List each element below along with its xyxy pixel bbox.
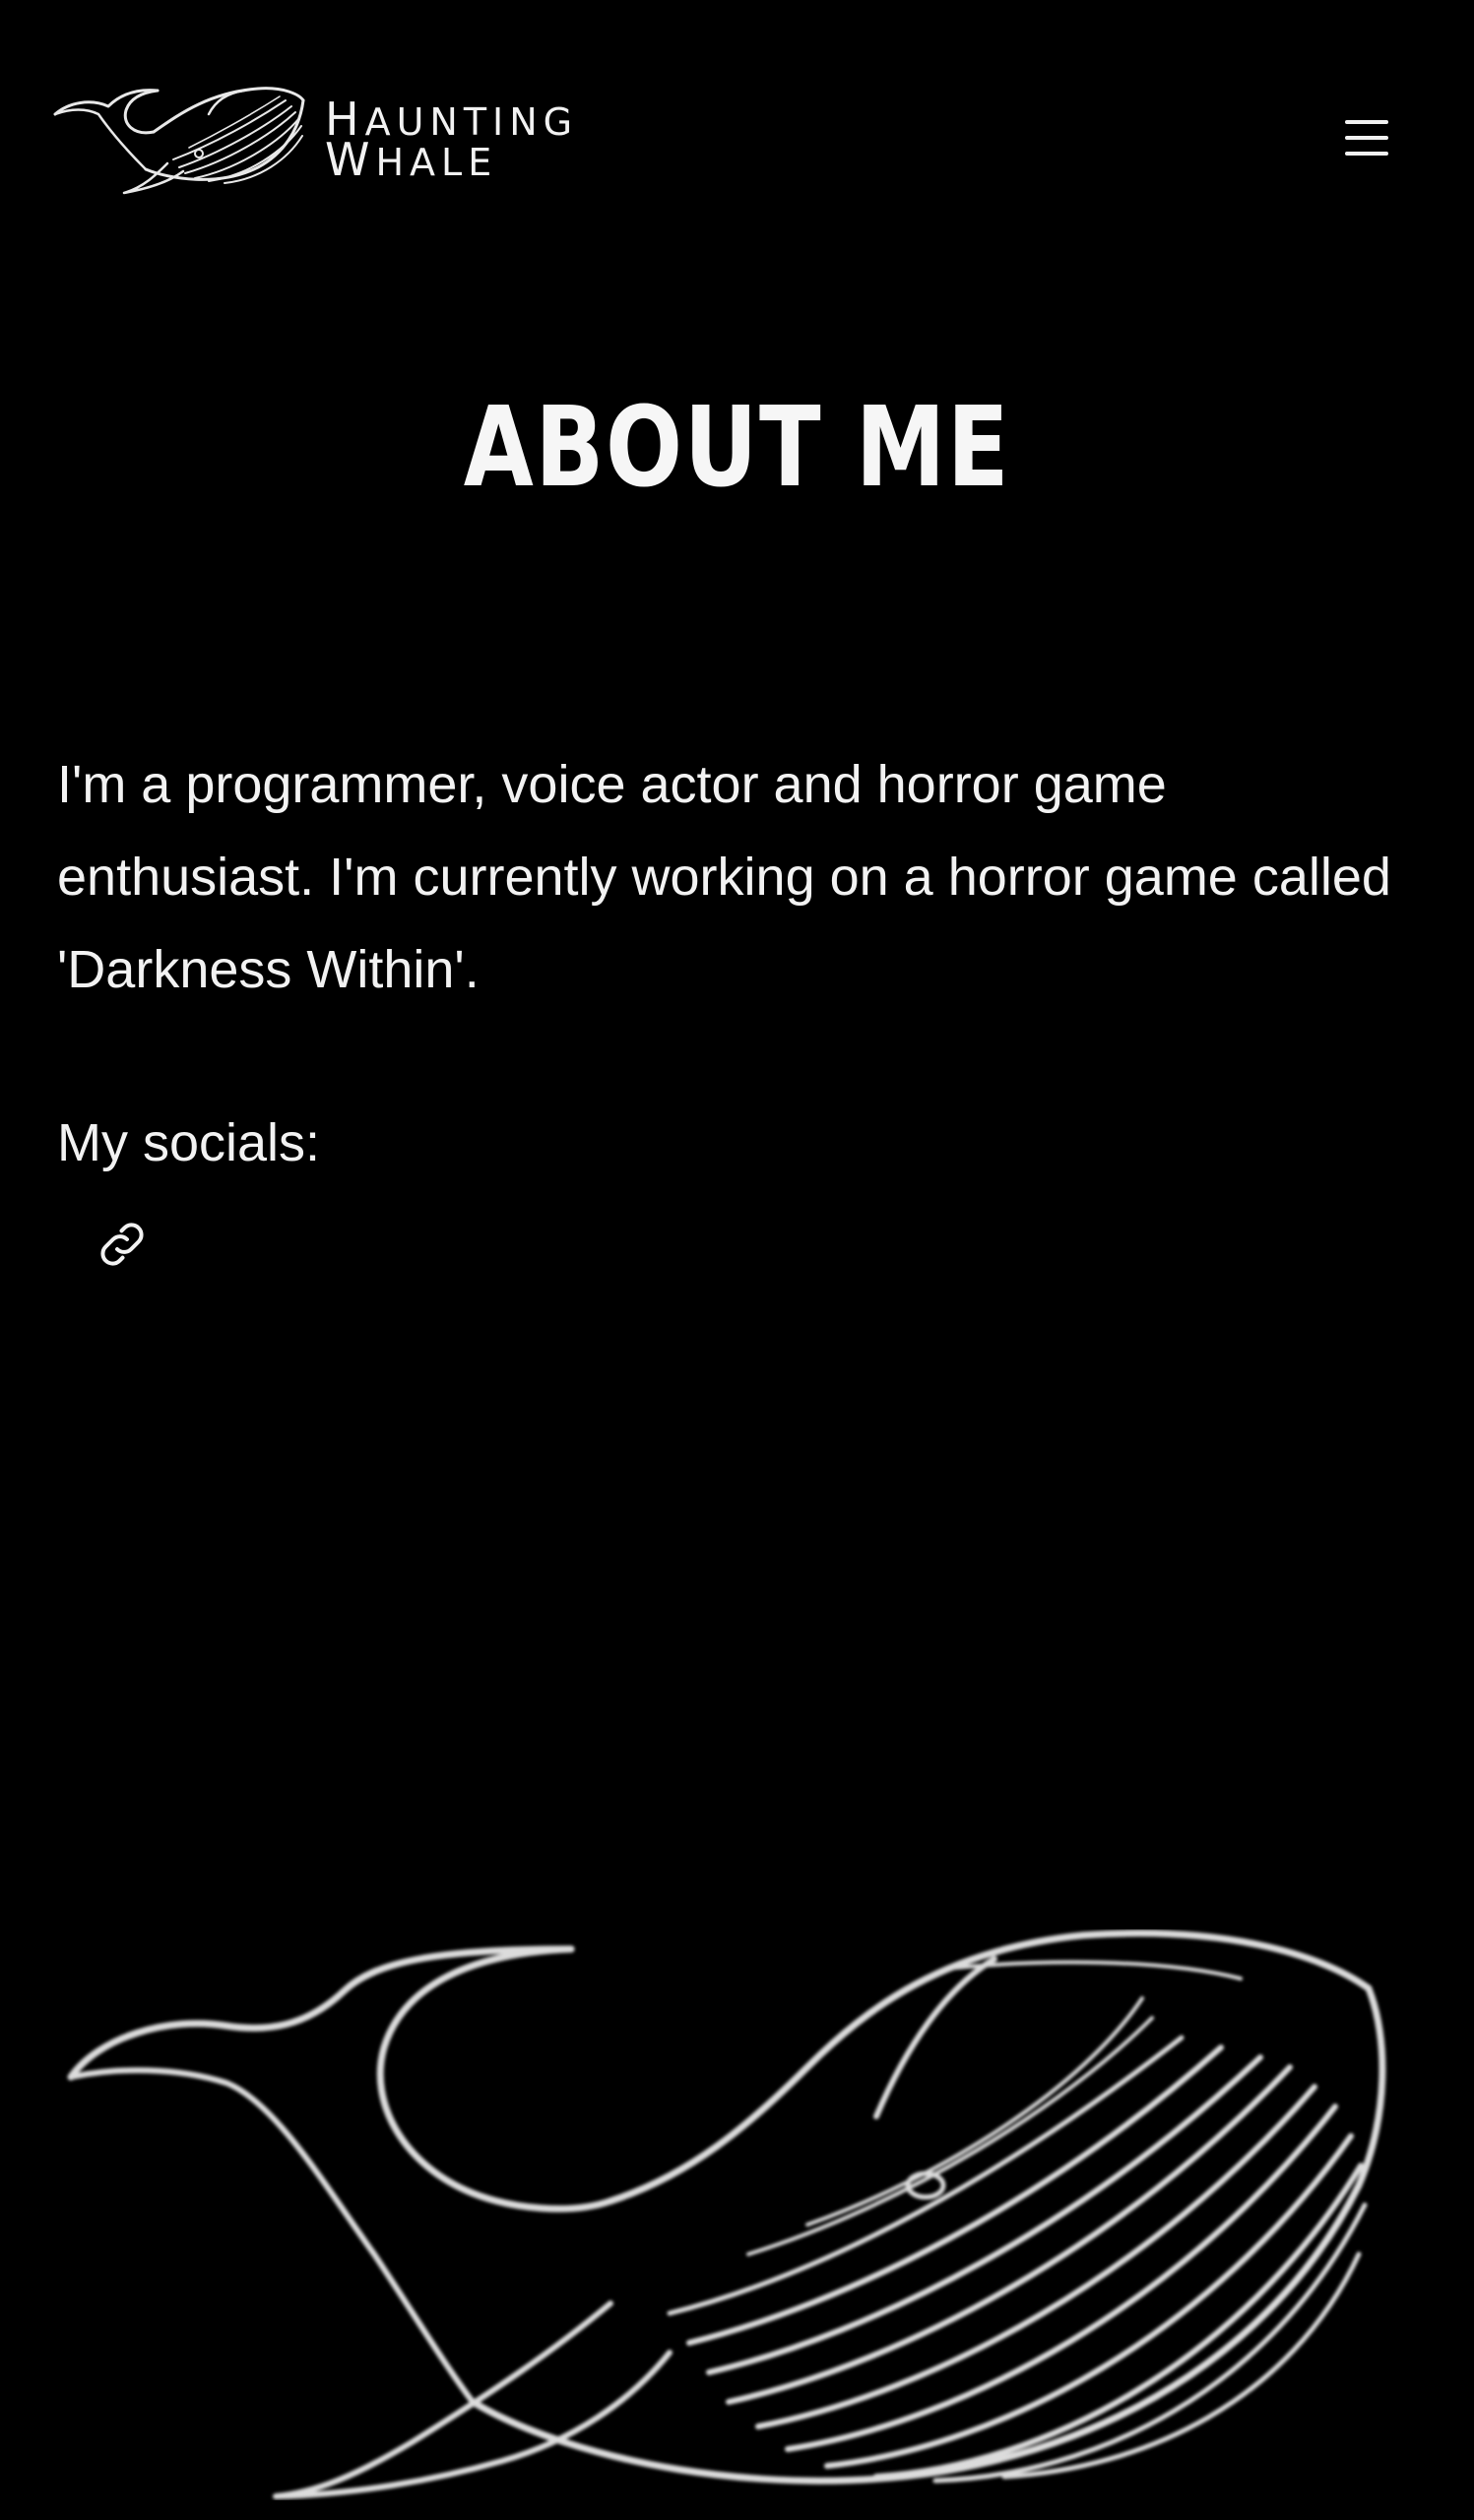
brand-name-line2: Whale: [325, 133, 498, 186]
bio-text: I'm a programmer, voice actor and horror…: [57, 755, 1391, 999]
menu-bar-bottom: [1345, 152, 1388, 156]
home-logo-link[interactable]: Haunting Whale: [51, 85, 578, 197]
social-link[interactable]: [93, 1215, 152, 1274]
whale-logo-icon: [53, 87, 305, 195]
menu-button[interactable]: [1337, 110, 1396, 165]
menu-bar-middle: [1345, 136, 1388, 140]
brand-name: Haunting Whale: [325, 100, 578, 181]
socials-label: My socials:: [57, 1113, 321, 1172]
menu-bar-top: [1345, 120, 1388, 124]
link-icon: [100, 1223, 144, 1266]
page-title: ABOUT ME: [463, 384, 1011, 512]
whale-illustration: [67, 1929, 1386, 2499]
site-header: Haunting Whale: [0, 0, 1474, 276]
